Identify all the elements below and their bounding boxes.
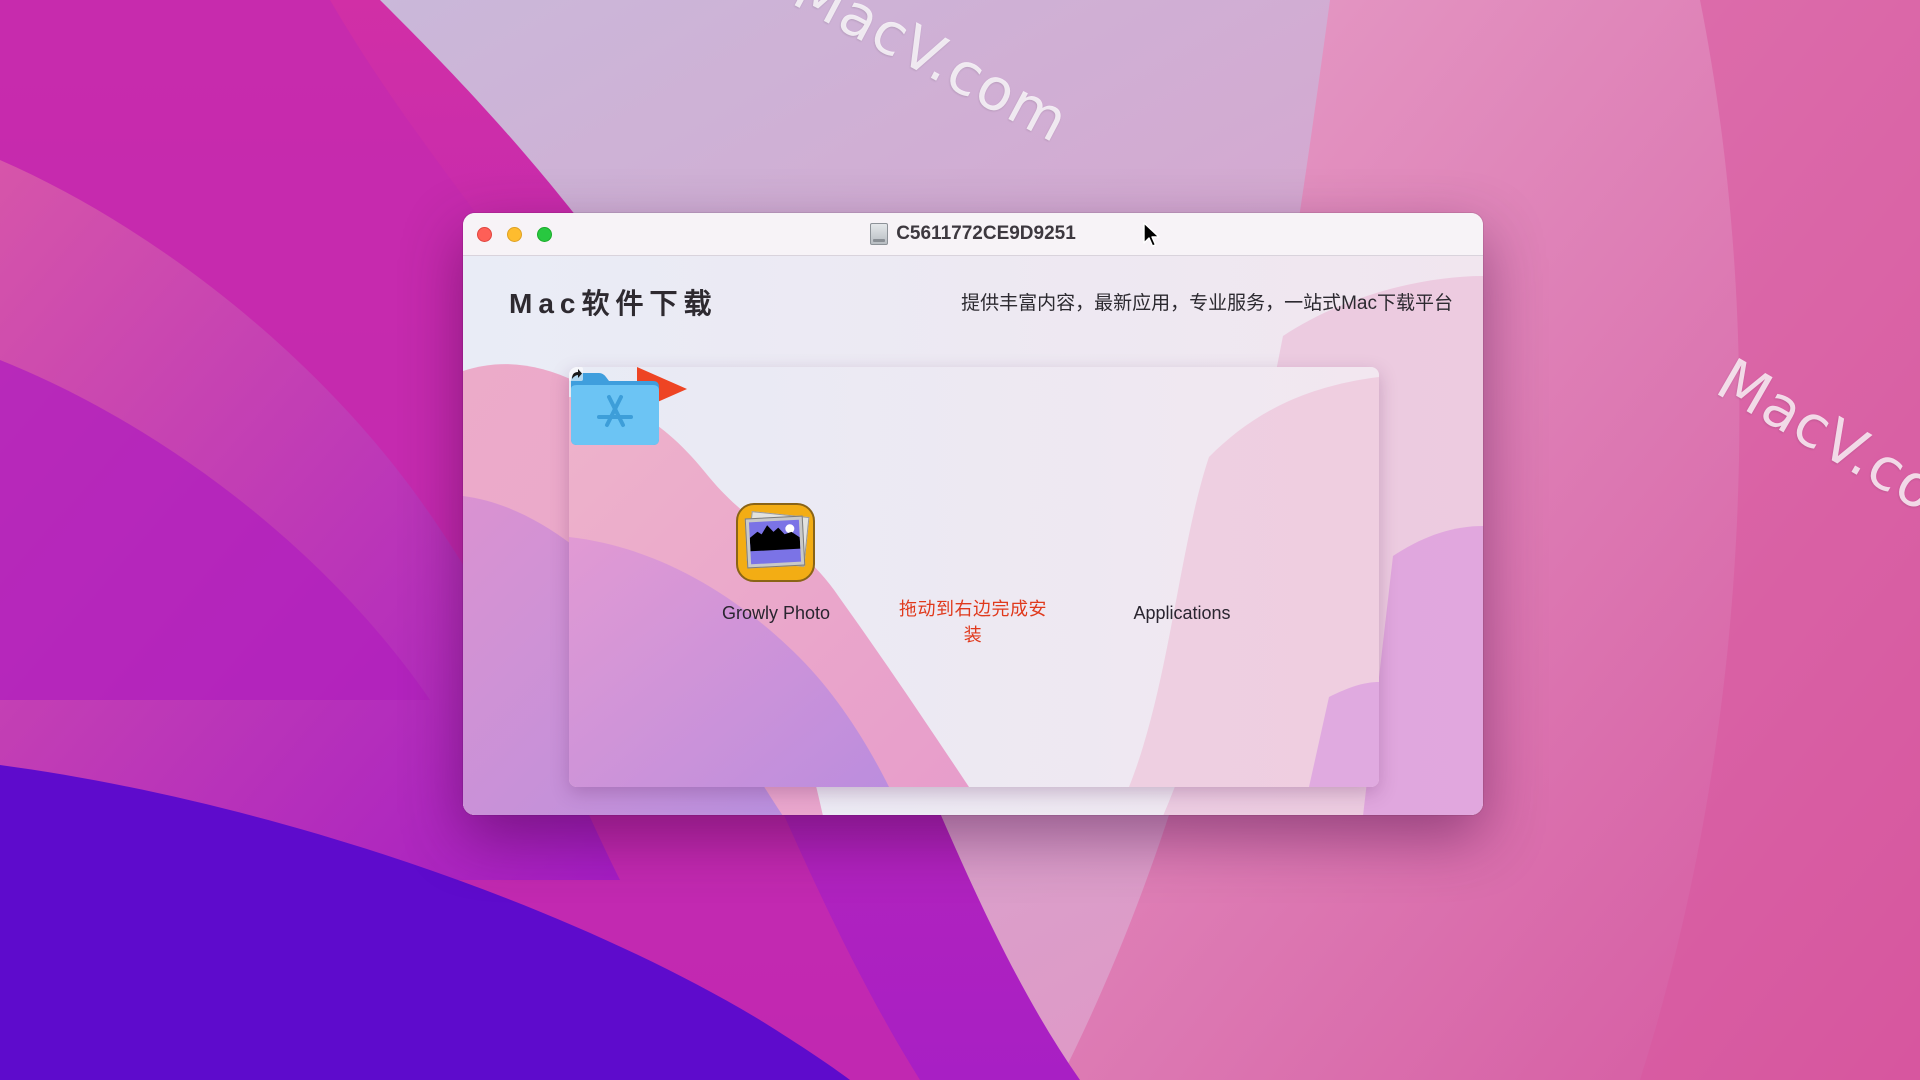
alias-arrow-icon xyxy=(569,367,583,381)
drag-instruction: 拖动到右边完成安装 xyxy=(899,599,1047,645)
dmg-installer-window: C5611772CE9D9251 Mac软件下载 提供丰富内容，最新应用，专业服… xyxy=(463,213,1483,815)
window-content: Mac软件下载 提供丰富内容，最新应用，专业服务，一站式Mac下载平台 Grow… xyxy=(463,256,1483,815)
photo-image-icon xyxy=(748,519,802,565)
title-bar[interactable]: C5611772CE9D9251 xyxy=(463,213,1483,256)
panel-background xyxy=(569,367,1379,787)
growly-photo-app-icon[interactable] xyxy=(736,503,815,582)
applications-label: Applications xyxy=(1133,603,1231,623)
mountain-icon xyxy=(749,525,801,552)
brand-tagline: 提供丰富内容，最新应用，专业服务，一站式Mac下载平台 xyxy=(961,293,1453,314)
brand-title: Mac软件下载 xyxy=(509,288,718,319)
disk-image-icon xyxy=(870,223,889,245)
window-title: C5611772CE9D9251 xyxy=(463,213,1483,255)
install-drop-area: Growly Photo 拖动到右边完成安装 Applications xyxy=(569,367,1379,787)
app-name-label: Growly Photo xyxy=(721,603,831,623)
mouse-cursor-icon xyxy=(1143,222,1160,247)
window-title-text: C5611772CE9D9251 xyxy=(896,223,1076,244)
